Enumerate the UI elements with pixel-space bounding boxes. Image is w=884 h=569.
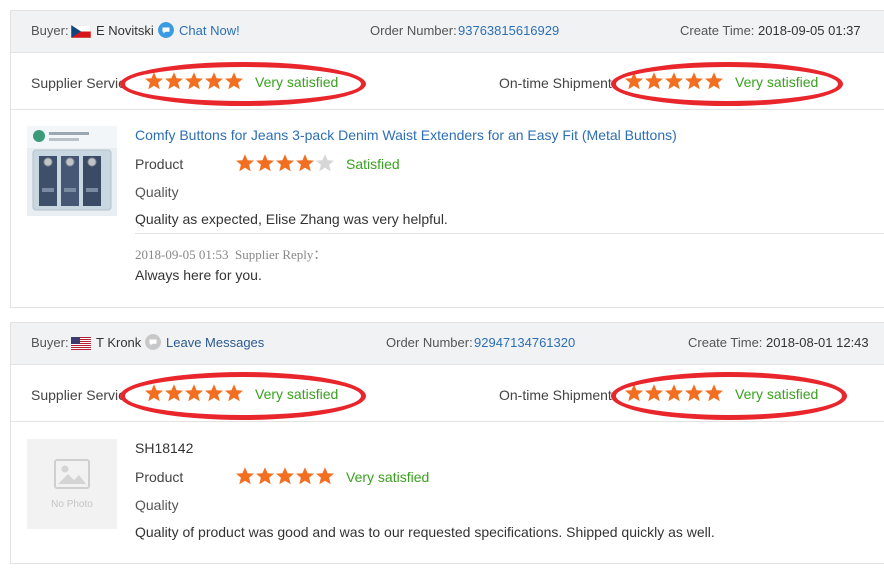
review-text: Quality as expected, Elise Zhang was ver… (135, 211, 448, 227)
order-header: Buyer: E Novitski Chat Now! Order Number… (11, 11, 884, 53)
leave-messages-link[interactable]: Leave Messages (166, 335, 264, 350)
no-photo-placeholder: No Photo (27, 439, 117, 529)
us-flag-icon (71, 337, 91, 350)
order-number-label: Order Number: (370, 23, 457, 38)
product-rating-stars (235, 153, 335, 173)
order-review-card: Buyer: T Kronk Leave Messages Order Numb… (10, 322, 884, 564)
reply-time: 2018-09-05 01:53 (135, 247, 229, 262)
red-annotation-circle (120, 372, 366, 420)
create-time-label: Create Time: (688, 335, 763, 350)
star-empty-icon (316, 154, 334, 172)
order-review-card: Buyer: E Novitski Chat Now! Order Number… (10, 10, 884, 308)
supplier-service-label: Supplier Servic (31, 387, 126, 403)
chat-bubble-icon[interactable] (158, 22, 174, 38)
service-ratings-row: Supplier Servic Very satisfied On-time S… (11, 365, 884, 422)
product-title: SH18142 (135, 440, 194, 456)
order-number-link[interactable]: 92947134761320 (474, 335, 575, 350)
buyer-label: Buyer: (31, 23, 69, 38)
message-icon[interactable] (145, 334, 161, 350)
product-rating-text: Very satisfied (346, 469, 430, 485)
star-filled-icon (236, 467, 254, 485)
star-filled-icon (256, 467, 274, 485)
order-number-link[interactable]: 93763815616929 (458, 23, 559, 38)
quality-label: Quality (135, 184, 179, 200)
create-time-value: 2018-08-01 12:43 (766, 335, 869, 350)
divider (135, 233, 884, 234)
product-thumbnail[interactable] (27, 126, 117, 216)
product-title-link[interactable]: Comfy Buttons for Jeans 3-pack Denim Wai… (135, 127, 677, 143)
on-time-shipment-label: On-time Shipment (499, 75, 612, 91)
red-annotation-circle (611, 62, 843, 106)
star-filled-icon (296, 467, 314, 485)
buyer-label: Buyer: (31, 335, 69, 350)
product-rating-stars (235, 466, 335, 486)
supplier-reply-text: Always here for you. (135, 267, 262, 283)
chat-now-link[interactable]: Chat Now! (179, 23, 240, 38)
on-time-shipment-label: On-time Shipment (499, 387, 612, 403)
supplier-reply-label: Supplier Reply： (235, 247, 327, 262)
supplier-service-label: Supplier Servic (31, 75, 126, 91)
reply-meta: 2018-09-05 01:53 Supplier Reply： (135, 244, 326, 263)
service-ratings-row: Supplier Servic Very satisfied On-time S… (11, 53, 884, 110)
star-filled-icon (256, 154, 274, 172)
red-annotation-circle (611, 372, 847, 420)
image-placeholder-icon (54, 459, 90, 489)
red-annotation-circle (120, 62, 366, 106)
star-filled-icon (276, 154, 294, 172)
buyer-name: T Kronk (96, 335, 142, 350)
product-rating-label: Product (135, 469, 184, 485)
star-filled-icon (236, 154, 254, 172)
review-text: Quality of product was good and was to o… (135, 524, 715, 540)
star-filled-icon (316, 467, 334, 485)
order-header: Buyer: T Kronk Leave Messages Order Numb… (11, 323, 884, 365)
czech-flag-icon (71, 25, 91, 38)
product-rating-text: Satisfied (346, 156, 400, 172)
quality-label: Quality (135, 497, 179, 513)
order-number-label: Order Number: (386, 335, 473, 350)
product-rating-label: Product (135, 156, 184, 172)
create-time-value: 2018-09-05 01:37 (758, 23, 861, 38)
star-filled-icon (296, 154, 314, 172)
star-filled-icon (276, 467, 294, 485)
no-photo-text: No Photo (51, 499, 93, 510)
buyer-name: E Novitski (96, 23, 154, 38)
create-time-label: Create Time: (680, 23, 755, 38)
